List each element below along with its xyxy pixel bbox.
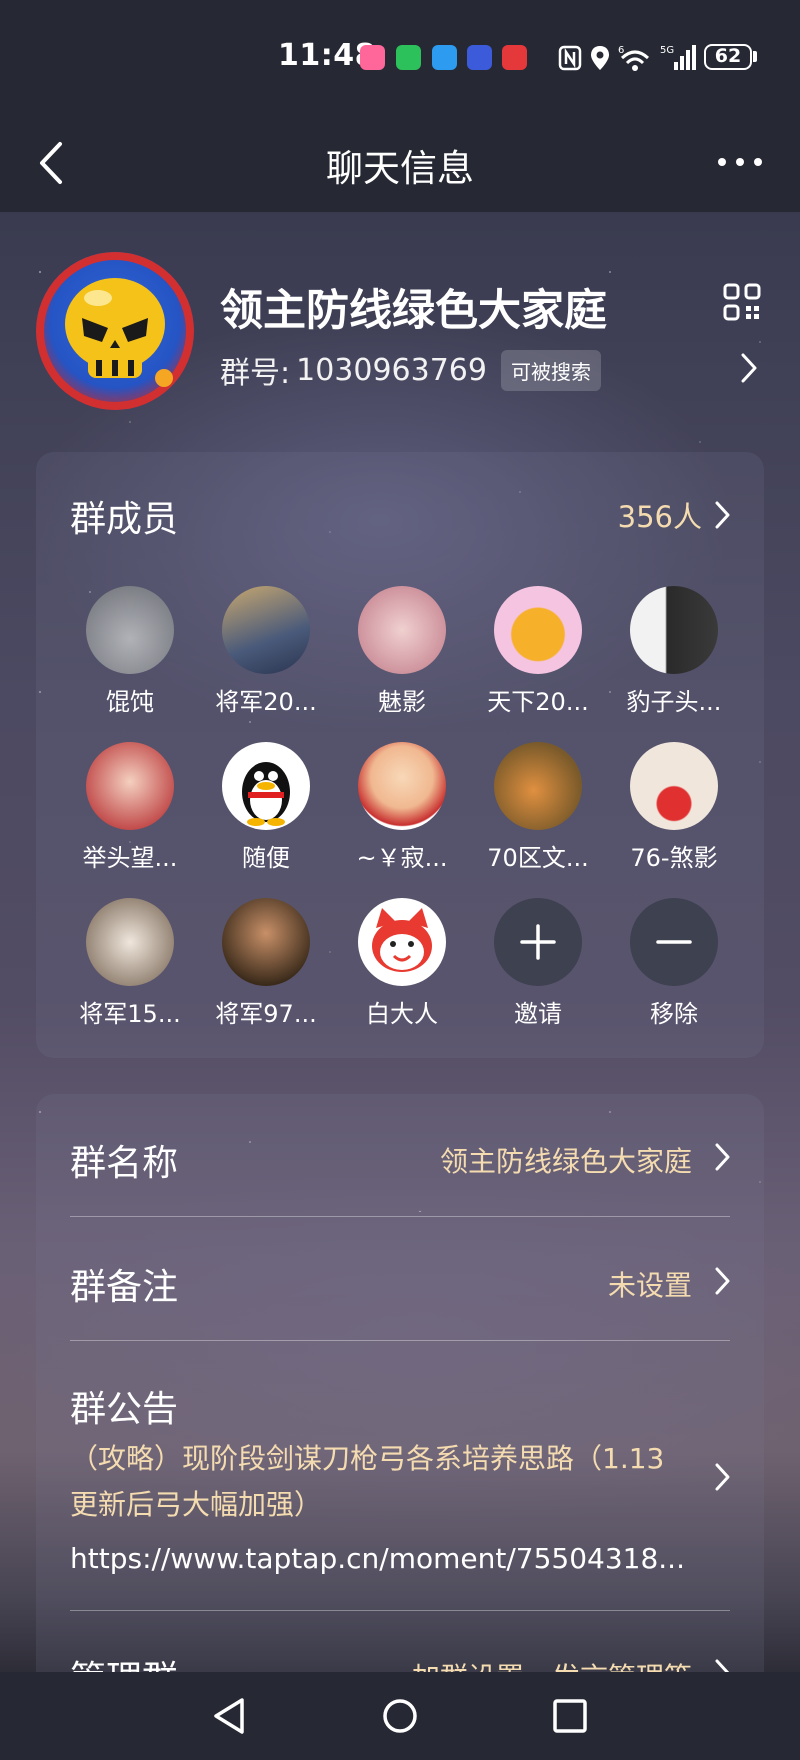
wechat-icon — [396, 45, 421, 70]
tieba-icon — [467, 45, 492, 70]
battery-tip — [753, 51, 757, 62]
member-avatar — [86, 742, 174, 830]
member-item[interactable]: 将军15... — [62, 898, 198, 1029]
member-item[interactable]: 随便 — [198, 742, 334, 873]
member-avatar — [630, 742, 718, 830]
members-title: 群成员 — [70, 499, 179, 540]
member-avatar — [222, 586, 310, 674]
chevron-right-icon[interactable] — [734, 350, 764, 386]
bilibili-icon — [360, 45, 385, 70]
member-name: 馄饨 — [106, 688, 154, 716]
group-avatar[interactable] — [36, 252, 194, 410]
qr-code-icon[interactable] — [722, 282, 762, 322]
member-item[interactable]: 76-煞影 — [606, 742, 742, 873]
searchable-badge: 可被搜索 — [500, 349, 601, 391]
member-name: 70区文... — [487, 844, 589, 872]
group-name: 领主防线绿色大家庭 — [220, 286, 607, 336]
svg-text:5G: 5G — [660, 45, 674, 56]
group-name-label: 群名称 — [70, 1143, 179, 1184]
member-item[interactable]: 天下20... — [470, 586, 606, 717]
cartoon-fox-icon — [372, 908, 432, 972]
member-name: 举头望... — [82, 844, 178, 872]
wifi-icon: 6 — [618, 45, 650, 71]
vivo-icon — [502, 45, 527, 70]
member-avatar — [358, 586, 446, 674]
group-id-value: 1030963769 — [296, 352, 487, 388]
member-avatar — [86, 586, 174, 674]
member-avatar — [358, 898, 446, 986]
member-name: 76-煞影 — [630, 844, 718, 872]
member-name: 随便 — [242, 844, 290, 872]
announcement-text: （攻略）现阶段剑谋刀枪弓各系培养思路（1.13更新后弓大幅加强） — [70, 1442, 665, 1521]
member-name: 天下20... — [487, 688, 589, 716]
member-item[interactable]: 魅影 — [334, 586, 470, 717]
status-indicators: 6 5G — [558, 40, 696, 76]
invite-circle — [494, 898, 582, 986]
chevron-right-icon — [715, 1463, 730, 1491]
remove-label: 移除 — [650, 1000, 698, 1028]
qq-penguin-icon — [242, 762, 290, 826]
nav-bar: 聊天信息 — [0, 112, 800, 212]
status-bar: 11:48 6 5G 62 — [0, 0, 800, 112]
member-avatar — [630, 586, 718, 674]
members-count[interactable]: 356人 — [618, 494, 702, 536]
group-id-label: 群号: — [220, 356, 291, 391]
member-avatar — [222, 742, 310, 830]
divider — [70, 1340, 730, 1341]
divider — [70, 1610, 730, 1611]
member-avatar — [86, 898, 174, 986]
members-card: 群成员 356人 馄饨 将军20... 魅影 天下20... 豹子头... 举头… — [36, 452, 764, 1058]
announcement-link[interactable]: https://www.taptap.cn/moment/75504318... — [70, 1542, 730, 1575]
nav-recents-icon[interactable] — [546, 1692, 594, 1740]
divider — [70, 1216, 730, 1217]
member-name: 将军97... — [215, 1000, 317, 1028]
member-item[interactable]: 白大人 — [334, 898, 470, 1029]
group-id-row: 群号: 1030963769 可被搜索 — [220, 348, 601, 392]
signal-icon: 5G — [660, 45, 696, 70]
group-name-value: 领主防线绿色大家庭 — [439, 1145, 692, 1178]
member-name: 魅影 — [378, 688, 426, 716]
member-name: 豹子头... — [626, 688, 722, 716]
announcement-label: 群公告 — [70, 1389, 179, 1430]
invite-button[interactable]: 邀请 — [470, 898, 606, 1029]
group-remark-value: 未设置 — [607, 1269, 692, 1302]
system-nav-bar — [0, 1672, 800, 1760]
message-icon — [432, 45, 457, 70]
settings-card: 群名称 领主防线绿色大家庭 群备注 未设置 群公告 （攻略）现阶段剑谋刀枪弓各系… — [36, 1094, 764, 1734]
chevron-right-icon[interactable] — [714, 500, 732, 530]
group-remark-label: 群备注 — [70, 1267, 179, 1308]
member-item[interactable]: 将军97... — [198, 898, 334, 1029]
plus-icon — [520, 924, 556, 960]
invite-label: 邀请 — [514, 1000, 562, 1028]
member-avatar — [222, 898, 310, 986]
member-name: ~￥寂... — [356, 844, 448, 872]
chevron-right-icon — [715, 1267, 730, 1295]
nav-home-icon[interactable] — [376, 1692, 424, 1740]
remove-circle — [630, 898, 718, 986]
remove-button[interactable]: 移除 — [606, 898, 742, 1029]
nav-back-icon[interactable] — [206, 1692, 254, 1740]
member-avatar — [494, 586, 582, 674]
member-item[interactable]: 70区文... — [470, 742, 606, 873]
more-options-button[interactable] — [712, 142, 768, 182]
location-icon — [591, 46, 609, 70]
battery-indicator: 62 — [704, 44, 752, 70]
member-item[interactable]: 豹子头... — [606, 586, 742, 717]
member-avatar — [494, 742, 582, 830]
member-item[interactable]: 馄饨 — [62, 586, 198, 717]
member-item[interactable]: ~￥寂... — [334, 742, 470, 873]
member-item[interactable]: 举头望... — [62, 742, 198, 873]
nfc-icon — [558, 45, 582, 71]
member-name: 将军15... — [79, 1000, 181, 1028]
minus-icon — [656, 940, 692, 944]
member-avatar — [358, 742, 446, 830]
page-title: 聊天信息 — [326, 147, 474, 190]
member-name: 将军20... — [215, 688, 317, 716]
svg-text:6: 6 — [618, 45, 624, 56]
member-name: 白大人 — [366, 1000, 438, 1028]
skull-logo-icon — [36, 252, 194, 410]
member-item[interactable]: 将军20... — [198, 586, 334, 717]
chevron-right-icon — [715, 1143, 730, 1171]
